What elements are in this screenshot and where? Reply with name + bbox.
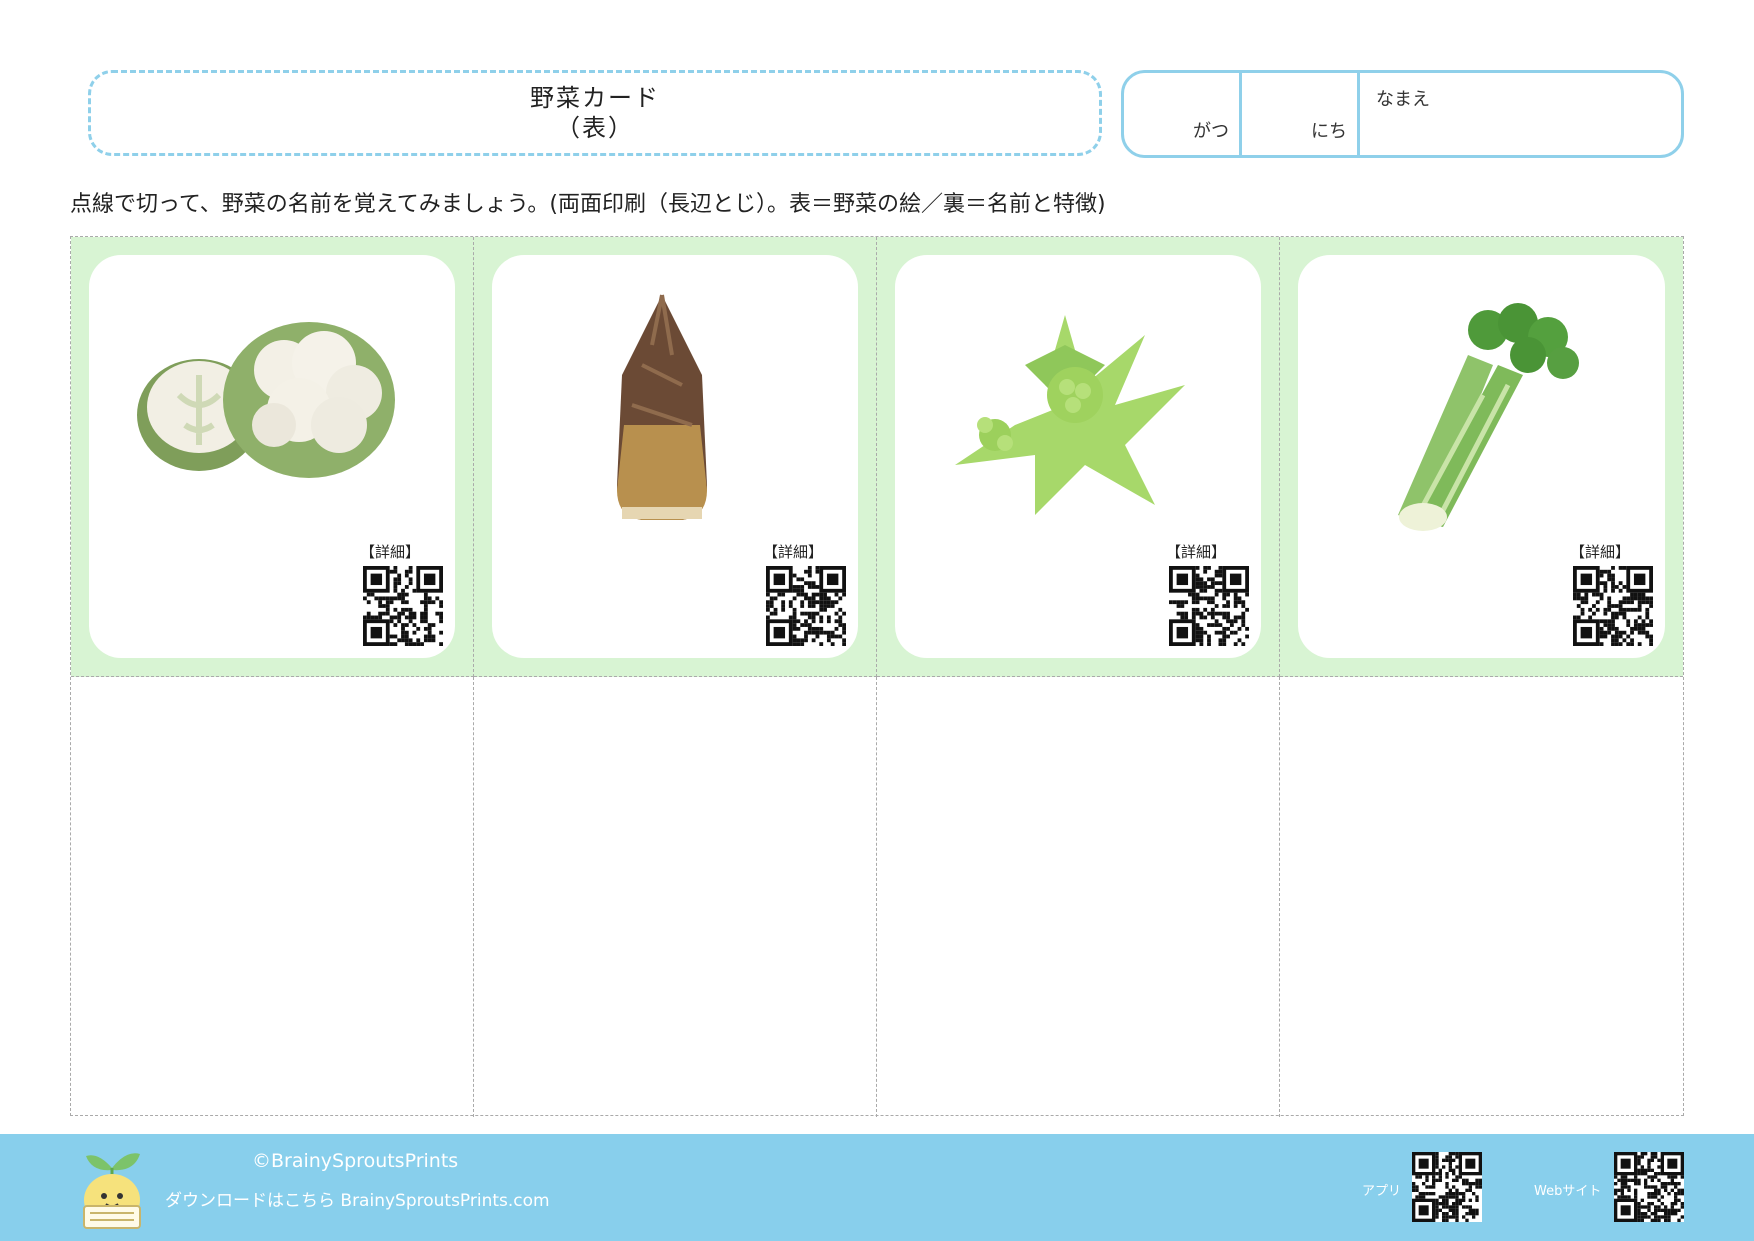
name-label: なまえ [1376, 89, 1430, 110]
card-cell: 【詳細】 [1280, 237, 1683, 677]
vegetable-card: 【詳細】 [1298, 255, 1665, 658]
detail-label: 【詳細】 [359, 543, 420, 561]
card-cell: 【詳細】 [474, 237, 877, 677]
detail-label: 【詳細】 [1165, 543, 1226, 561]
celery-icon [1398, 303, 1579, 531]
vegetable-card: 【詳細】 [895, 255, 1261, 658]
card-cell: 【詳細】 [71, 237, 474, 677]
page-subtitle: （表） [556, 114, 634, 142]
app-qr-label: アプリ [1362, 1184, 1402, 1199]
empty-card-cell [71, 677, 474, 1117]
download-link[interactable]: ダウンロードはこちら BrainySproutsPrints.com [165, 1186, 550, 1211]
bamboo-shoot-icon [617, 294, 707, 520]
day-field[interactable]: にち [1242, 73, 1360, 155]
card-cell: 【詳細】 [877, 237, 1280, 677]
website-qr-code-icon[interactable] [1614, 1152, 1684, 1222]
qr-code-icon[interactable] [363, 566, 443, 646]
sprout-mascot-icon [83, 1153, 141, 1229]
month-label: がつ [1193, 121, 1229, 142]
qr-code-icon[interactable] [1573, 566, 1653, 646]
qr-code-icon[interactable] [766, 566, 846, 646]
footer: ©BrainySproutsPrints ダウンロードはこちら BrainySp… [0, 1134, 1754, 1241]
vegetable-card: 【詳細】 [492, 255, 858, 658]
empty-card-cell [474, 677, 877, 1117]
detail-label: 【詳細】 [1569, 543, 1630, 561]
page-title: 野菜カード [530, 84, 660, 112]
app-qr-code-icon[interactable] [1412, 1152, 1482, 1222]
cauliflower-icon [137, 322, 395, 478]
name-field[interactable]: なまえ [1360, 73, 1681, 155]
qr-code-icon[interactable] [1169, 566, 1249, 646]
vegetable-card: 【詳細】 [89, 255, 455, 658]
butterbur-sprout-icon [955, 315, 1185, 515]
empty-card-cell [877, 677, 1280, 1117]
day-label: にち [1311, 121, 1347, 142]
card-grid: 【詳細】 【詳細】 【詳細】 【詳細】 [70, 236, 1684, 1117]
title-box: 野菜カード （表） [88, 70, 1102, 156]
detail-label: 【詳細】 [762, 543, 823, 561]
month-field[interactable]: がつ [1124, 73, 1242, 155]
web-qr-label: Webサイト [1534, 1184, 1602, 1199]
name-date-box: がつ にち なまえ [1121, 70, 1684, 158]
instruction-text: 点線で切って、野菜の名前を覚えてみましょう。(両面印刷（長辺とじ）。表＝野菜の絵… [70, 192, 1106, 217]
copyright-text: ©BrainySproutsPrints [252, 1150, 459, 1172]
empty-card-cell [1280, 677, 1683, 1117]
